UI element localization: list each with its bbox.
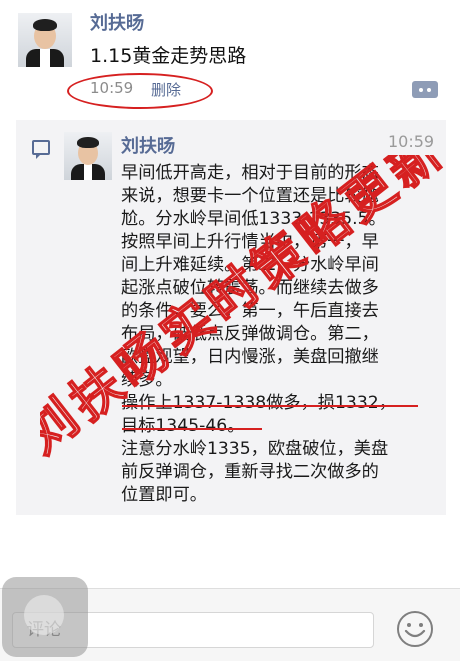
post-title: 1.15黄金走势思路 xyxy=(90,45,247,67)
author-avatar[interactable] xyxy=(18,13,72,67)
message-line: 按照早间上升行情当中，第一，早 xyxy=(121,232,379,252)
quote-author-name[interactable]: 刘扶旸 xyxy=(121,132,175,158)
message-line: 位置即可。 xyxy=(121,485,207,505)
quote-author-avatar[interactable] xyxy=(64,132,112,180)
message-line: 起涨点破位转震荡。而继续去做多 xyxy=(121,278,379,298)
red-underline-annotation xyxy=(122,405,418,407)
message-line: 来说，想要卡一个位置还是比较尴 xyxy=(121,186,379,206)
dot-icon xyxy=(427,88,431,92)
message-line: 续多。 xyxy=(121,370,173,390)
message-line: 前反弹调仓，重新寻找二次做多的 xyxy=(121,462,379,482)
comment-icon xyxy=(32,140,50,159)
red-circle-annotation xyxy=(67,73,213,109)
quote-time: 10:59 xyxy=(388,132,435,151)
message-line: 早间低开高走，相对于目前的形态 xyxy=(121,163,379,183)
message-line: 间上升难延续。第二，分水岭早间 xyxy=(121,255,379,275)
more-options-button[interactable] xyxy=(412,81,438,98)
message-line: 注意分水岭1335，欧盘破位，美盘 xyxy=(121,439,389,459)
post-author-name[interactable]: 刘扶旸 xyxy=(90,9,144,35)
dot-icon xyxy=(419,88,423,92)
message-line: 操作上1337-1338做多，损1332， xyxy=(121,393,396,413)
message-line: 尬。分水岭早间低1333-1335.5。 xyxy=(121,209,386,229)
message-line: 的条件，要么，第一，午后直接去 xyxy=(121,301,379,321)
assistive-touch-button[interactable] xyxy=(2,577,88,657)
emoji-icon[interactable] xyxy=(396,610,434,648)
message-line: 目标1345-46。 xyxy=(121,416,245,436)
message-line: 布局，破低点反弹做调仓。第二， xyxy=(121,324,379,344)
message-line: 欧盘观望，日内慢涨，美盘回撤继 xyxy=(121,347,379,367)
red-underline-annotation xyxy=(122,428,262,430)
